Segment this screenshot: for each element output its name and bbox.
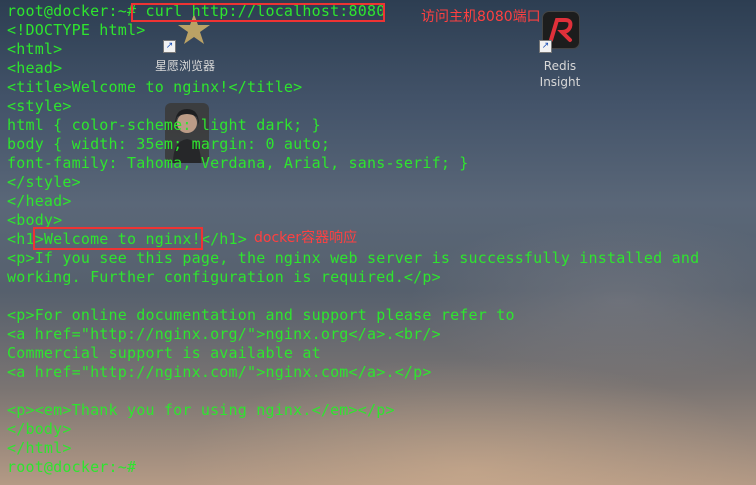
container-response-note: docker容器响应 <box>254 230 358 246</box>
terminal-line: <p>If you see this page, the nginx web s… <box>7 249 700 267</box>
terminal-line: </body> <box>7 420 72 438</box>
curl-command-highlight <box>131 3 385 22</box>
terminal-line: <p>For online documentation and support … <box>7 306 515 324</box>
terminal-line: <!DOCTYPE html> <box>7 21 146 39</box>
terminal-line: <html> <box>7 40 63 58</box>
terminal-line: <style> <box>7 97 72 115</box>
terminal-line: Commercial support is available at <box>7 344 321 362</box>
terminal-line: <title>Welcome to nginx!</title> <box>7 78 303 96</box>
terminal-line: body { width: 35em; margin: 0 auto; <box>7 135 331 153</box>
terminal-line: font-family: Tahoma, Verdana, Arial, san… <box>7 154 469 172</box>
terminal-line: html { color-scheme: light dark; } <box>7 116 321 134</box>
access-port-note: 访问主机8080端口 <box>421 9 541 25</box>
terminal-line: <a href="http://nginx.com/">nginx.com</a… <box>7 363 432 381</box>
terminal-line: </head> <box>7 192 72 210</box>
terminal-line: working. Further configuration is requir… <box>7 268 441 286</box>
terminal-prompt: root@docker:~# <box>7 458 137 476</box>
terminal-line: <head> <box>7 59 63 77</box>
terminal-line: <p><em>Thank you for using nginx.</em></… <box>7 401 395 419</box>
terminal-line: </style> <box>7 173 81 191</box>
terminal-line: <a href="http://nginx.org/">nginx.org</a… <box>7 325 441 343</box>
welcome-heading-highlight <box>33 227 203 250</box>
terminal-line: </html> <box>7 439 72 457</box>
